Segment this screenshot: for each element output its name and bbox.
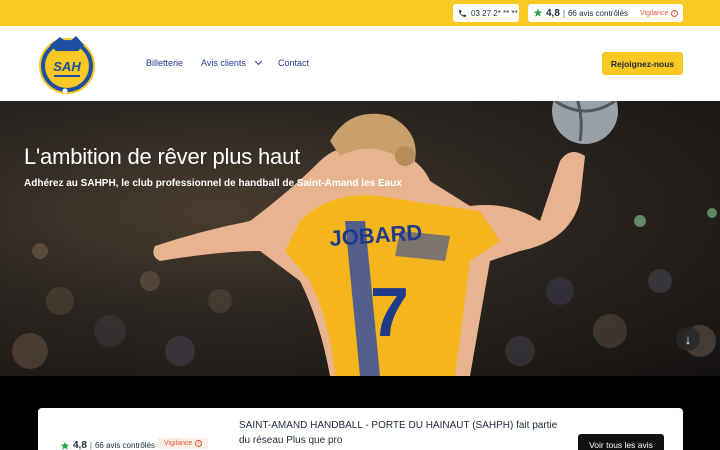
hero-image: JOBARD 7 — [12, 101, 717, 376]
top-bar: 03 27 2* ** ** 4,8 | 66 avis contrôlés V… — [0, 0, 720, 26]
arrow-down-icon: ↓ — [684, 331, 692, 347]
rating-widget[interactable]: 4,8 | 66 avis contrôlés Vigilance i — [528, 4, 683, 22]
club-logo[interactable]: SAH — [38, 33, 96, 95]
see-all-reviews-button[interactable]: Voir tous les avis — [578, 434, 664, 450]
hero-subtitle: Adhérez au SAHPH, le club professionnel … — [24, 178, 402, 189]
reviews-card: 4,8 | 66 avis contrôlés Vigilance i SAIN… — [38, 408, 683, 450]
card-rating: 4,8 | 66 avis contrôlés — [60, 440, 155, 450]
nav-avis-clients[interactable]: Avis clients — [201, 57, 263, 68]
hero-banner: JOBARD 7 L'ambition de rêver plus haut A… — [0, 101, 720, 376]
star-check-icon — [60, 441, 70, 450]
nav-avis-clients-label: Avis clients — [201, 58, 246, 68]
rating-score: 4,8 — [546, 7, 560, 19]
nav-contact[interactable]: Contact — [278, 58, 309, 68]
rating-count: 66 avis contrôlés — [567, 8, 629, 18]
card-vigilance-label: Vigilance — [164, 440, 193, 447]
reviews-section: 4,8 | 66 avis contrôlés Vigilance i SAIN… — [0, 376, 720, 450]
info-icon[interactable]: i — [195, 440, 203, 447]
header: SAH Billetterie Avis clients Contact Rej… — [0, 26, 720, 101]
info-icon[interactable]: i — [671, 9, 679, 17]
vigilance-label: Vigilance — [640, 9, 669, 17]
phone-number: 03 27 2* ** ** — [471, 8, 518, 18]
card-rating-count: 66 avis contrôlés — [94, 441, 156, 450]
card-description: SAINT-AMAND HANDBALL - PORTE DU HAINAUT … — [239, 420, 558, 446]
card-rating-separator: | — [89, 441, 92, 450]
card-vigilance-badge: Vigilance i — [158, 438, 209, 449]
phone-icon — [459, 9, 466, 17]
vigilance-badge: Vigilance i — [640, 9, 679, 17]
jersey-number: 7 — [370, 273, 409, 351]
rating-separator: | — [562, 8, 565, 18]
logo-text: SAH — [53, 59, 81, 74]
card-rating-score: 4,8 — [73, 440, 87, 450]
hero-title: L'ambition de rêver plus haut — [24, 144, 301, 169]
nav-billetterie[interactable]: Billetterie — [146, 58, 183, 68]
chevron-down-icon — [255, 57, 263, 66]
phone-button[interactable]: 03 27 2* ** ** — [453, 4, 519, 22]
join-button[interactable]: Rejoignez-nous — [602, 52, 683, 75]
star-check-icon — [533, 8, 543, 17]
scroll-down-button[interactable]: ↓ — [676, 327, 700, 351]
